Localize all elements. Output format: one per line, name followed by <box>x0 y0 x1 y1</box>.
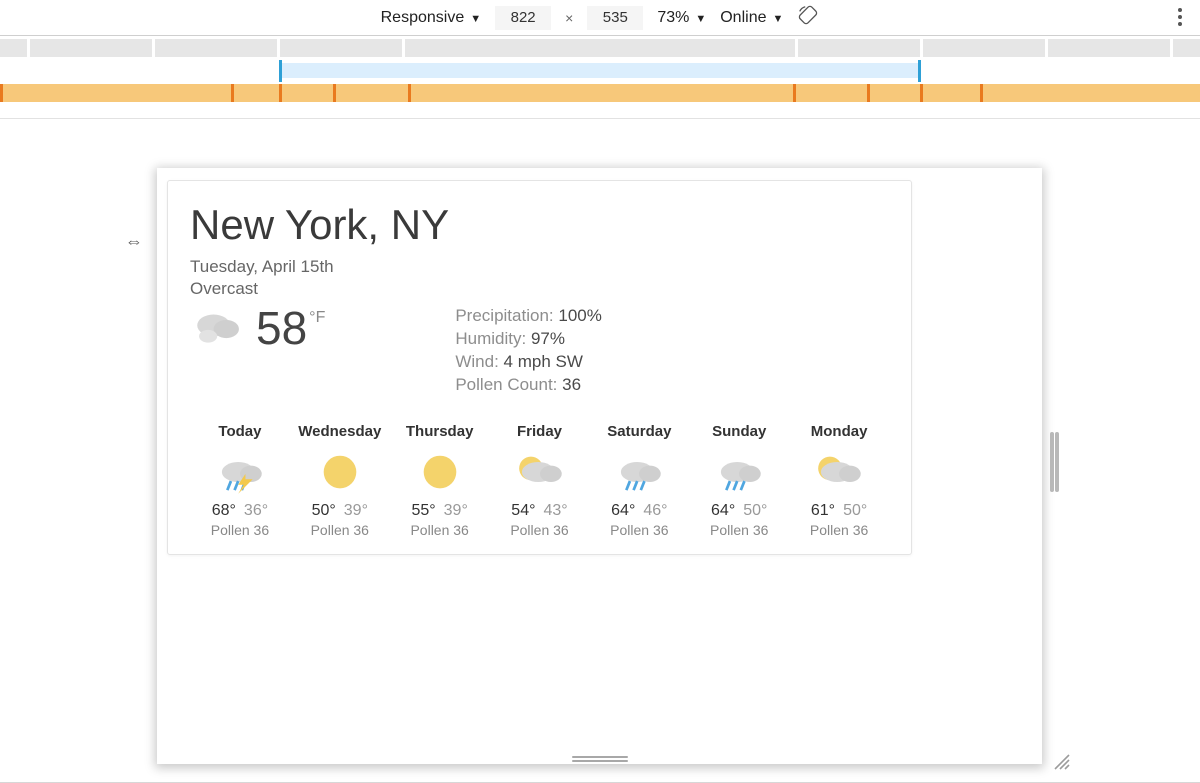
forecast-day[interactable]: Thursday 55° 39° Pollen 36 <box>390 423 490 538</box>
day-high: 64° <box>711 502 735 519</box>
condition-line: Overcast <box>190 279 889 299</box>
day-pollen: Pollen 36 <box>589 522 689 538</box>
day-pollen: Pollen 36 <box>190 522 290 538</box>
vertical-scrollbar[interactable] <box>1050 432 1059 492</box>
day-low: 43° <box>544 502 568 519</box>
day-high: 61° <box>811 502 835 519</box>
forecast-day[interactable]: Wednesday 50° 39° Pollen 36 <box>290 423 390 538</box>
breakpoint-tick[interactable] <box>333 84 336 102</box>
viewport-width-input[interactable] <box>495 6 551 30</box>
breakpoint-tick[interactable] <box>980 84 983 102</box>
location-title: New York, NY <box>190 201 889 249</box>
breakpoint-tick[interactable] <box>408 84 411 102</box>
pollen-label: Pollen Count: <box>455 375 557 394</box>
ruler-selected-range[interactable] <box>279 63 921 78</box>
day-high: 68° <box>212 502 236 519</box>
sunny-icon <box>290 448 390 496</box>
forecast-day[interactable]: Friday 54° 43° Pollen 36 <box>490 423 590 538</box>
day-low: 39° <box>344 502 368 519</box>
day-high: 50° <box>312 502 336 519</box>
day-pollen: Pollen 36 <box>290 522 390 538</box>
ruler-breakpoints-bar[interactable] <box>0 84 1200 102</box>
day-name: Monday <box>789 423 889 440</box>
precip-label: Precipitation: <box>455 306 553 325</box>
sunny-icon <box>390 448 490 496</box>
day-high: 64° <box>611 502 635 519</box>
device-mode-dropdown[interactable]: Responsive ▼ <box>381 9 482 27</box>
dimension-separator: × <box>565 10 573 26</box>
breakpoint-ruler <box>0 36 1200 114</box>
thunder-rain-icon <box>190 448 290 496</box>
precip-value: 100% <box>558 306 601 325</box>
day-name: Sunday <box>689 423 789 440</box>
caret-down-icon: ▼ <box>470 13 481 25</box>
day-pollen: Pollen 36 <box>390 522 490 538</box>
zoom-dropdown[interactable]: 73% ▼ <box>657 9 706 27</box>
network-label: Online <box>720 9 766 27</box>
forecast-day[interactable]: Monday 61° 50° Pollen 36 <box>789 423 889 538</box>
day-low: 39° <box>444 502 468 519</box>
responsive-viewport: New York, NY Tuesday, April 15th Overcas… <box>157 168 1042 764</box>
day-low: 46° <box>643 502 667 519</box>
rotate-device-icon[interactable] <box>797 4 819 31</box>
rain-icon <box>589 448 689 496</box>
viewport-height-input[interactable] <box>587 6 643 30</box>
more-options-icon[interactable] <box>1178 8 1182 26</box>
partly-cloudy-icon <box>490 448 590 496</box>
device-mode-label: Responsive <box>381 9 465 27</box>
current-weather-icon <box>190 305 246 351</box>
ruler-divider <box>0 118 1200 119</box>
day-pollen: Pollen 36 <box>490 522 590 538</box>
forecast-day[interactable]: Sunday 64° 50° Pollen 36 <box>689 423 789 538</box>
temperature-unit: °F <box>309 309 325 327</box>
humidity-label: Humidity: <box>455 329 526 348</box>
day-low: 50° <box>843 502 867 519</box>
day-name: Wednesday <box>290 423 390 440</box>
day-name: Thursday <box>390 423 490 440</box>
day-high: 54° <box>511 502 535 519</box>
day-name: Friday <box>490 423 590 440</box>
current-metrics: Precipitation: 100% Humidity: 97% Wind: … <box>455 305 602 397</box>
caret-down-icon: ▼ <box>695 13 706 25</box>
resize-bottom-handle[interactable] <box>572 756 628 763</box>
network-dropdown[interactable]: Online ▼ <box>720 9 783 27</box>
breakpoint-tick[interactable] <box>231 84 234 102</box>
caret-down-icon: ▼ <box>772 13 783 25</box>
day-low: 36° <box>244 502 268 519</box>
breakpoint-tick[interactable] <box>920 84 923 102</box>
breakpoint-tick[interactable] <box>279 84 282 102</box>
pollen-value: 36 <box>562 375 581 394</box>
device-toolbar: Responsive ▼ × 73% ▼ Online ▼ <box>0 0 1200 36</box>
forecast-day[interactable]: Today 68° 36° Pollen 36 <box>190 423 290 538</box>
day-low: 50° <box>743 502 767 519</box>
breakpoint-tick[interactable] <box>867 84 870 102</box>
zoom-label: 73% <box>657 9 689 27</box>
forecast-row: Today 68° 36° Pollen 36 Wednesday 50° 39° Polle… <box>190 423 889 538</box>
day-name: Saturday <box>589 423 689 440</box>
ruler-grey-segments <box>0 39 1200 57</box>
partly-cloudy-icon <box>789 448 889 496</box>
day-name: Today <box>190 423 290 440</box>
day-pollen: Pollen 36 <box>789 522 889 538</box>
current-temperature: 58 <box>256 305 307 351</box>
wind-value: 4 mph SW <box>504 352 583 371</box>
resize-horizontal-icon[interactable]: ⇔ <box>125 231 143 252</box>
wind-label: Wind: <box>455 352 498 371</box>
day-high: 55° <box>411 502 435 519</box>
forecast-day[interactable]: Saturday 64° 46° Pollen 36 <box>589 423 689 538</box>
day-pollen: Pollen 36 <box>689 522 789 538</box>
humidity-value: 97% <box>531 329 565 348</box>
resize-corner-handle[interactable] <box>1052 752 1072 772</box>
weather-card: New York, NY Tuesday, April 15th Overcas… <box>167 180 912 555</box>
breakpoint-tick[interactable] <box>0 84 3 102</box>
date-line: Tuesday, April 15th <box>190 257 889 277</box>
breakpoint-tick[interactable] <box>793 84 796 102</box>
rain-icon <box>689 448 789 496</box>
